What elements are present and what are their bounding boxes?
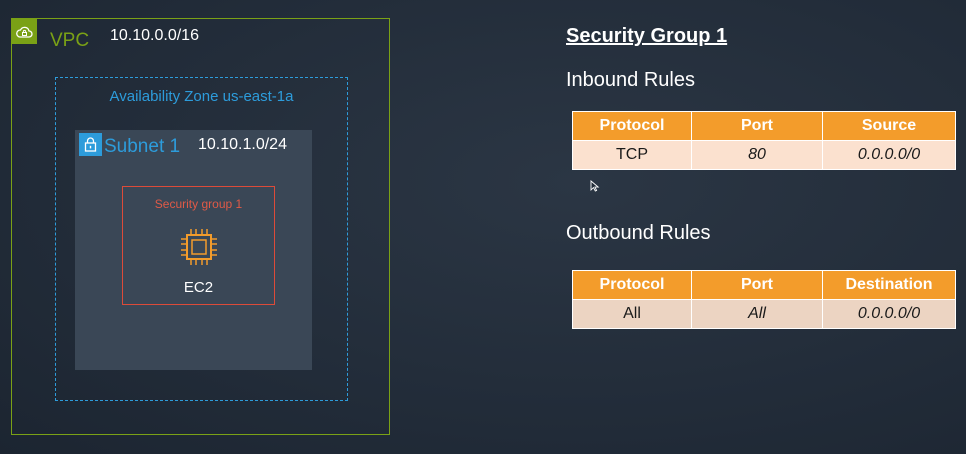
ec2-label: EC2 — [183, 279, 214, 296]
chip-icon — [181, 229, 217, 265]
table-header-row: Protocol Port Source — [572, 111, 956, 141]
vpc-cloud-icon — [12, 19, 37, 44]
column-header-port: Port — [691, 111, 823, 141]
inbound-rules-title: Inbound Rules — [566, 69, 695, 91]
column-header-destination: Destination — [822, 270, 956, 300]
inbound-rules-table: Protocol Port Source TCP 80 0.0.0.0/0 — [572, 111, 956, 170]
table-row: All All 0.0.0.0/0 — [572, 299, 956, 329]
panel-title: Security Group 1 — [566, 25, 728, 47]
lock-icon — [79, 133, 102, 156]
column-header-source: Source — [822, 111, 956, 141]
cell-port: All — [691, 299, 823, 329]
cell-source: 0.0.0.0/0 — [822, 140, 956, 170]
table-header-row: Protocol Port Destination — [572, 270, 956, 300]
cell-protocol: All — [572, 299, 692, 329]
mouse-cursor-icon — [590, 180, 600, 192]
column-header-protocol: Protocol — [572, 111, 692, 141]
column-header-protocol: Protocol — [572, 270, 692, 300]
outbound-rules-title: Outbound Rules — [566, 222, 711, 244]
subnet-cidr: 10.10.1.0/24 — [198, 136, 287, 153]
cell-destination: 0.0.0.0/0 — [822, 299, 956, 329]
outbound-rules-table: Protocol Port Destination All All 0.0.0.… — [572, 270, 956, 329]
vpc-label: VPC — [50, 30, 90, 51]
vpc-cidr: 10.10.0.0/16 — [110, 27, 199, 44]
column-header-port: Port — [691, 270, 823, 300]
diagram-canvas: VPC 10.10.0.0/16 Availability Zone us-ea… — [0, 0, 966, 454]
availability-zone-label: Availability Zone us-east-1a — [109, 88, 294, 105]
cell-protocol: TCP — [572, 140, 692, 170]
security-group-container: Security group 1 EC2 — [122, 186, 275, 305]
subnet-label: Subnet 1 — [104, 136, 181, 157]
table-row: TCP 80 0.0.0.0/0 — [572, 140, 956, 170]
cell-port: 80 — [691, 140, 823, 170]
security-group-label: Security group 1 — [154, 197, 243, 211]
